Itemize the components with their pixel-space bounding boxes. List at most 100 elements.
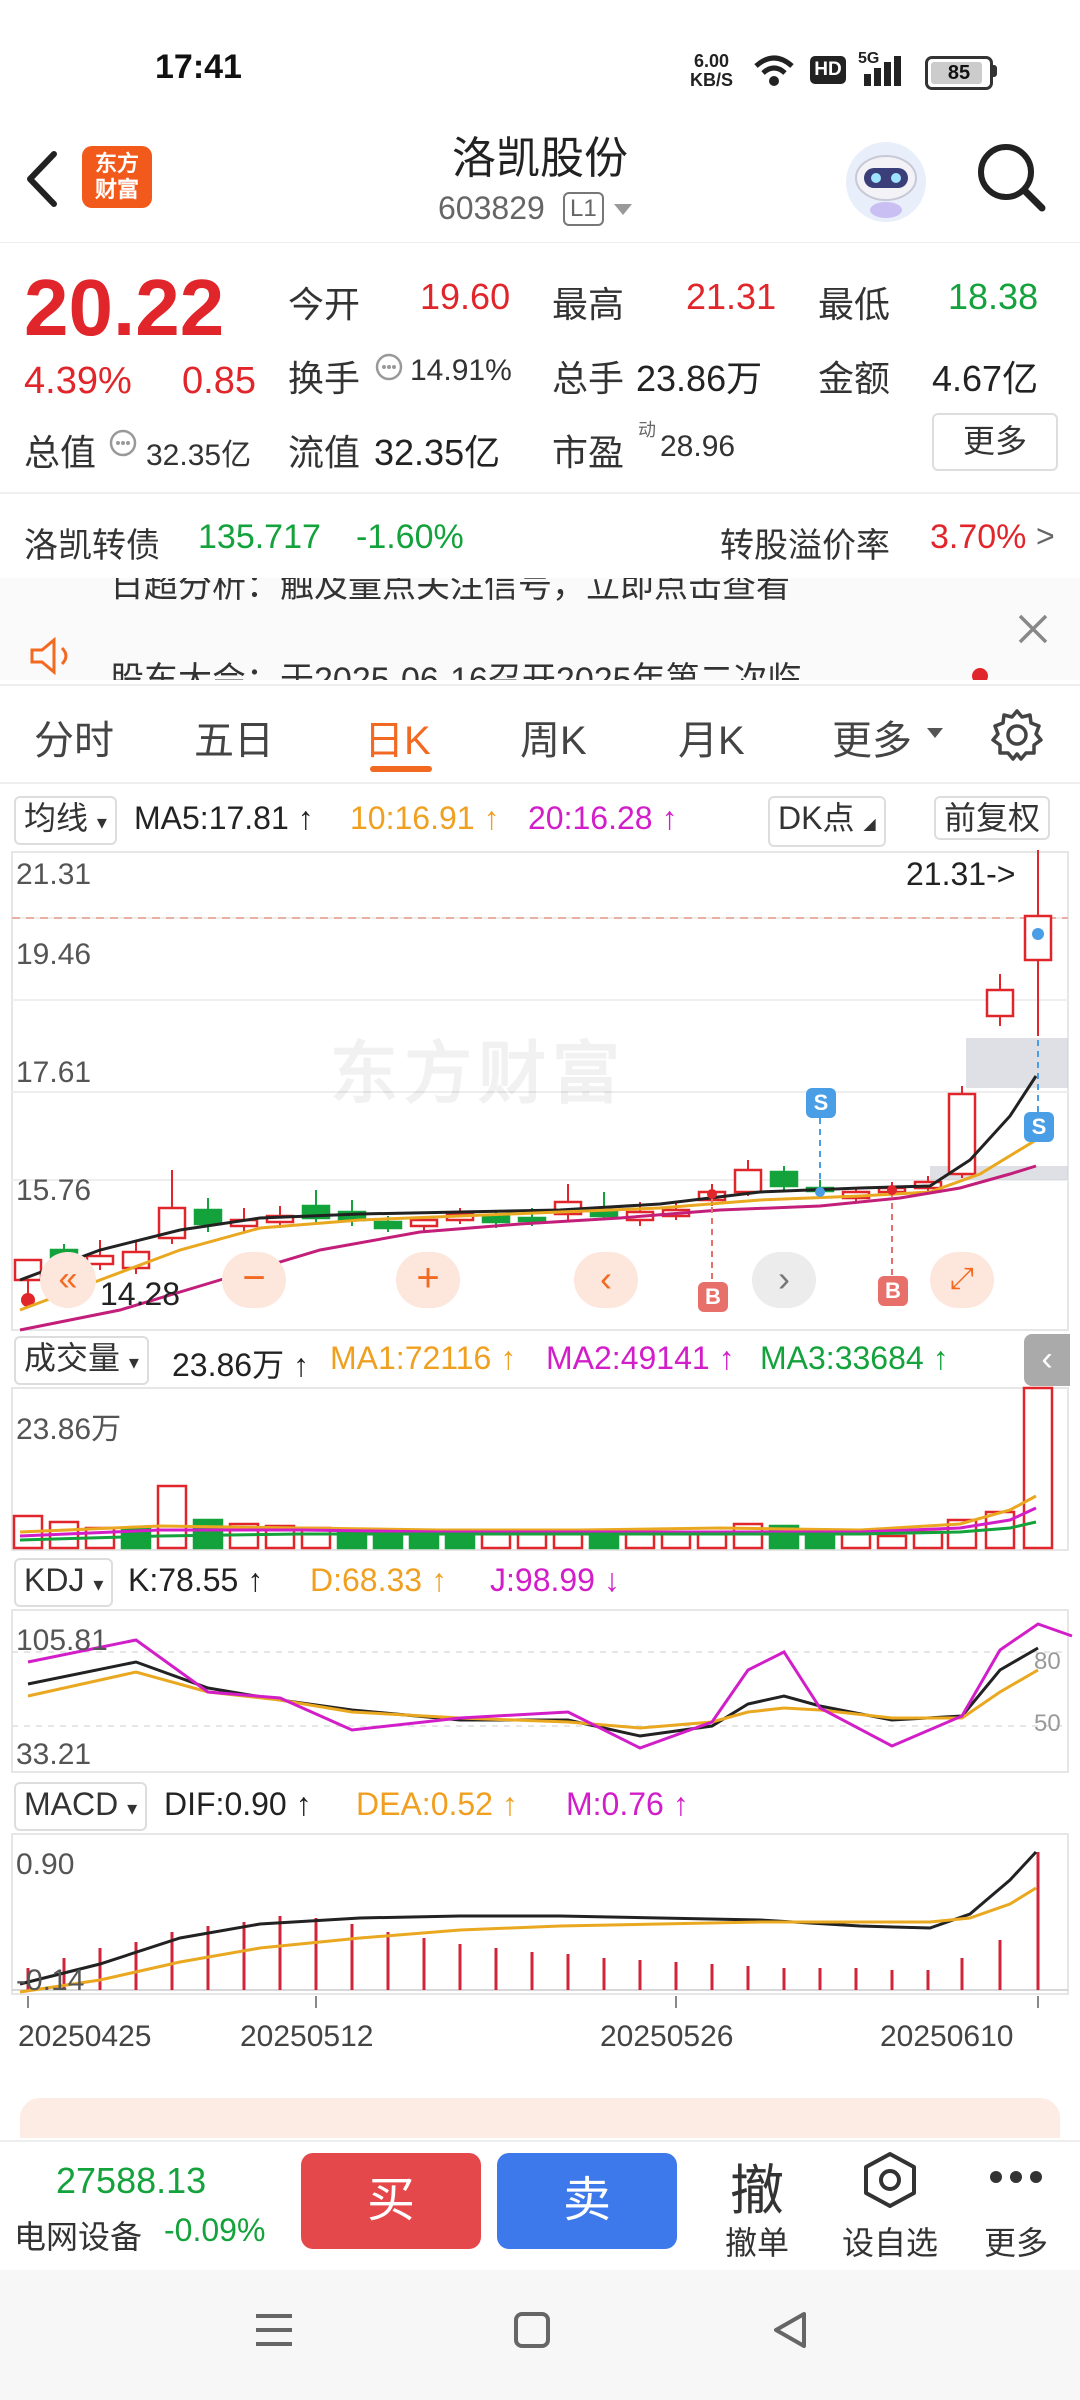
scroll-left-button[interactable]: ‹ xyxy=(574,1252,638,1308)
date-label: 20250526 xyxy=(600,2020,734,2053)
high-value: 21.31 xyxy=(686,276,777,317)
info-icon[interactable] xyxy=(374,352,404,382)
tab-monthly-k[interactable]: 月K xyxy=(678,708,745,766)
status-bar: 17:41 6.00 KB/S HD 5G 85 xyxy=(0,0,1080,120)
candle-body xyxy=(947,1092,977,1176)
change-pct: 4.39% xyxy=(24,360,132,402)
date-label: 20250610 xyxy=(880,2020,1014,2053)
candle-body xyxy=(373,1220,403,1230)
tab-daily-k[interactable]: 日K xyxy=(364,708,431,766)
zoom-in-button[interactable]: + xyxy=(396,1252,460,1308)
cancel-order-icon[interactable]: 撤 xyxy=(722,2146,792,2225)
volume-bar xyxy=(444,1532,476,1550)
rewind-button[interactable]: « xyxy=(40,1252,96,1308)
battery-icon: 85 xyxy=(925,56,993,90)
news-item[interactable]: 股东大会：于2025-06-16召开2025年第二次临 xyxy=(110,652,802,680)
divider xyxy=(0,684,1080,686)
more-label[interactable]: 更多 xyxy=(976,2218,1056,2264)
price-axis-label: 19.46 xyxy=(16,938,92,971)
premium-value: 3.70% xyxy=(930,518,1027,556)
candle-body xyxy=(409,1218,439,1228)
macd-panel[interactable] xyxy=(11,1833,1069,2008)
mktcap-value: 32.35亿 xyxy=(146,439,252,472)
menu-icon[interactable] xyxy=(254,2312,294,2348)
tab-weekly-k[interactable]: 周K xyxy=(520,708,587,766)
kdj-k-line xyxy=(27,1646,1039,1738)
bond-arrow[interactable]: > xyxy=(1036,518,1055,555)
robot-assistant-icon[interactable] xyxy=(842,138,930,224)
stock-code: 603829 xyxy=(438,190,545,226)
change-amount: 0.85 xyxy=(182,360,256,402)
tab-5day[interactable]: 五日 xyxy=(194,708,274,766)
kdj-k: K:78.55 ↑ xyxy=(128,1562,264,1598)
float-label: 流值 xyxy=(288,432,361,473)
search-icon[interactable] xyxy=(974,140,1050,216)
chevron-down-icon[interactable] xyxy=(926,726,944,740)
amount-label: 金额 xyxy=(818,358,891,399)
collapse-panel-button[interactable]: ‹ xyxy=(1024,1334,1070,1386)
sell-signal-badge[interactable]: S xyxy=(806,1088,836,1118)
amount-value: 4.67亿 xyxy=(932,358,1039,399)
wifi-icon xyxy=(754,55,794,86)
fullscreen-button[interactable]: ⤢ xyxy=(930,1252,994,1308)
add-watchlist-icon[interactable] xyxy=(860,2150,920,2210)
macd-selector[interactable]: MACD ▾ xyxy=(14,1782,148,1831)
candle-body xyxy=(589,1210,619,1218)
signal-dot xyxy=(815,1187,825,1197)
promo-banner[interactable] xyxy=(20,2098,1060,2138)
add-watchlist-label[interactable]: 设自选 xyxy=(836,2218,944,2264)
macd-axis-label: -0.14 xyxy=(16,1964,85,1997)
kdj-level-50: 50 xyxy=(1034,1710,1061,1737)
close-icon[interactable] xyxy=(1016,612,1050,646)
current-price: 20.22 xyxy=(24,263,225,352)
cancel-order-label[interactable]: 撤单 xyxy=(714,2218,800,2264)
tab-intraday[interactable]: 分时 xyxy=(34,708,114,766)
buy-signal-badge[interactable]: B xyxy=(878,1276,908,1306)
high-label: 最高 xyxy=(552,284,625,325)
more-dots-icon[interactable] xyxy=(988,2162,1044,2192)
divider xyxy=(0,492,1080,494)
volume-bar xyxy=(480,1532,512,1550)
adjust-button[interactable]: 前复权 xyxy=(934,796,1051,840)
gear-icon[interactable] xyxy=(990,708,1044,762)
info-icon[interactable] xyxy=(108,428,138,458)
premium-label: 转股溢价率 xyxy=(720,527,890,565)
pe-label: 市盈 xyxy=(552,432,625,473)
status-time: 17:41 xyxy=(155,48,242,86)
buy-signal-badge[interactable]: B xyxy=(698,1282,728,1312)
bond-name[interactable]: 洛凯转债 xyxy=(24,518,160,567)
date-label: 20250512 xyxy=(240,2020,374,2053)
index-value[interactable]: 27588.13 xyxy=(56,2160,206,2202)
volume-panel[interactable] xyxy=(11,1386,1069,1551)
more-quote-button[interactable]: 更多 xyxy=(932,413,1058,471)
ma-selector[interactable]: 均线 ▾ xyxy=(14,796,117,845)
zoom-out-button[interactable]: − xyxy=(222,1252,286,1308)
speaker-icon xyxy=(30,636,68,676)
volume-label: 总手 xyxy=(552,358,625,399)
news-ticker: 日超分析：触及量点关注信号，立即点击查看 股东大会：于2025-06-16召开2… xyxy=(0,578,1080,680)
volume-bar xyxy=(876,1534,908,1550)
tab-more[interactable]: 更多 xyxy=(832,708,912,766)
system-nav-bar xyxy=(0,2270,1080,2400)
home-icon[interactable] xyxy=(512,2310,552,2350)
news-item[interactable]: 日超分析：触及量点关注信号，立即点击查看 xyxy=(110,578,790,607)
volume-bar xyxy=(156,1484,188,1550)
back-icon[interactable] xyxy=(770,2310,810,2350)
chevron-down-icon[interactable] xyxy=(612,202,634,218)
kdj-panel[interactable] xyxy=(11,1609,1073,1773)
level-badge[interactable]: L1 xyxy=(563,192,604,226)
volume-bar xyxy=(516,1532,548,1550)
kdj-selector[interactable]: KDJ ▾ xyxy=(14,1558,114,1607)
signal-dot xyxy=(707,1189,717,1199)
price-axis-label: 21.31 xyxy=(16,858,92,891)
turnover-value: 14.91% xyxy=(410,354,512,387)
scroll-right-button[interactable]: › xyxy=(752,1252,816,1308)
buy-button[interactable]: 买 xyxy=(301,2153,481,2249)
volume-selector[interactable]: 成交量 ▾ xyxy=(14,1336,149,1385)
bond-change: -1.60% xyxy=(356,518,464,556)
sell-button[interactable]: 卖 xyxy=(497,2153,677,2249)
candle-body xyxy=(481,1214,511,1224)
battery-tip xyxy=(992,65,997,77)
sell-signal-badge[interactable]: S xyxy=(1024,1112,1054,1142)
index-name[interactable]: 电网设备 xyxy=(14,2212,142,2258)
